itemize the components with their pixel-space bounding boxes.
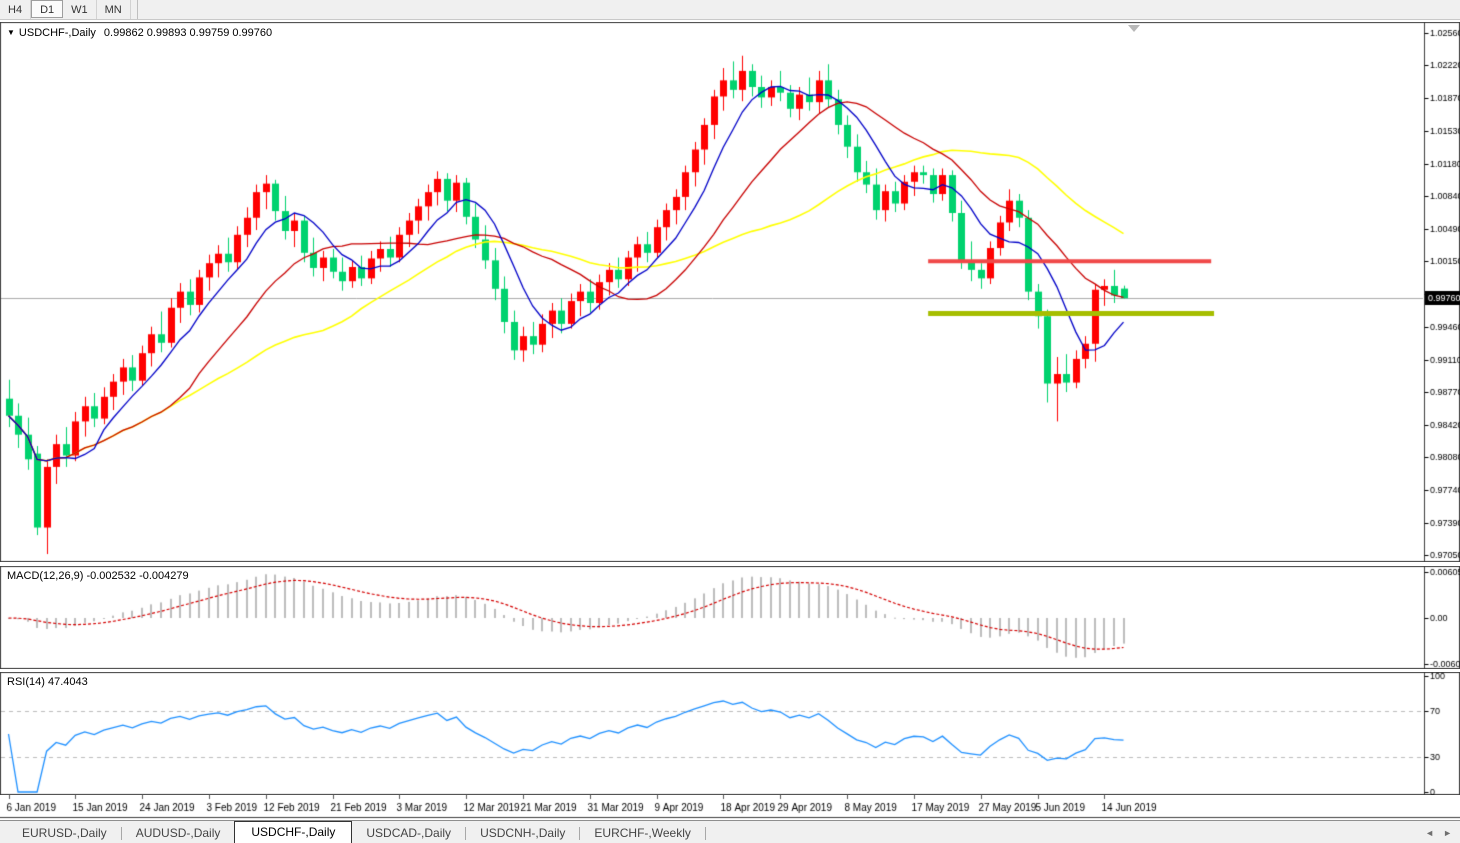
chart-symbol-label: USDCHF-,Daily	[19, 27, 96, 39]
timeframe-d1-button[interactable]: D1	[31, 0, 63, 18]
macd-indicator-label: MACD(12,26,9) -0.002532 -0.004279	[7, 570, 189, 582]
chart-shift-marker-icon	[1128, 25, 1140, 32]
rsi-indicator-label: RSI(14) 47.4043	[7, 676, 88, 688]
toolbar-separator	[137, 0, 138, 19]
timeframe-w1-button[interactable]: W1	[63, 0, 97, 19]
date-axis-canvas	[0, 795, 1460, 819]
timeframe-mn-button[interactable]: MN	[97, 0, 131, 19]
tab-eurchf-weekly[interactable]: EURCHF-,Weekly	[580, 823, 704, 843]
rsi-pane-canvas[interactable]	[0, 672, 1460, 795]
tab-usdcad-daily[interactable]: USDCAD-,Daily	[352, 823, 465, 843]
tab-eurusd-daily[interactable]: EURUSD-,Daily	[8, 823, 121, 843]
tab-scroll-left-button[interactable]: ◄	[1425, 828, 1434, 838]
tab-usdchf-daily[interactable]: USDCHF-,Daily	[234, 821, 352, 843]
chart-ohlc-values: 0.99862 0.99893 0.99759 0.99760	[104, 27, 272, 39]
timeframe-toolbar: H4 D1 W1 MN	[0, 0, 1460, 20]
timeframe-h4-button[interactable]: H4	[0, 0, 31, 19]
tab-scroll-right-button[interactable]: ►	[1443, 828, 1452, 838]
price-chart-canvas[interactable]	[0, 22, 1460, 562]
chart-title: ▼ USDCHF-,Daily 0.99862 0.99893 0.99759 0.…	[7, 27, 272, 39]
tab-audusd-daily[interactable]: AUDUSD-,Daily	[122, 823, 235, 843]
tab-separator	[705, 827, 706, 840]
chart-tabbar: EURUSD-,Daily AUDUSD-,Daily USDCHF-,Dail…	[0, 820, 1460, 843]
macd-pane-canvas[interactable]	[0, 566, 1460, 669]
collapse-triangle-icon[interactable]: ▼	[7, 28, 15, 37]
mt4-window: H4 D1 W1 MN ▼ USDCHF-,Daily 0.99862 0.9989…	[0, 0, 1460, 843]
tab-usdcnh-daily[interactable]: USDCNH-,Daily	[466, 823, 579, 843]
